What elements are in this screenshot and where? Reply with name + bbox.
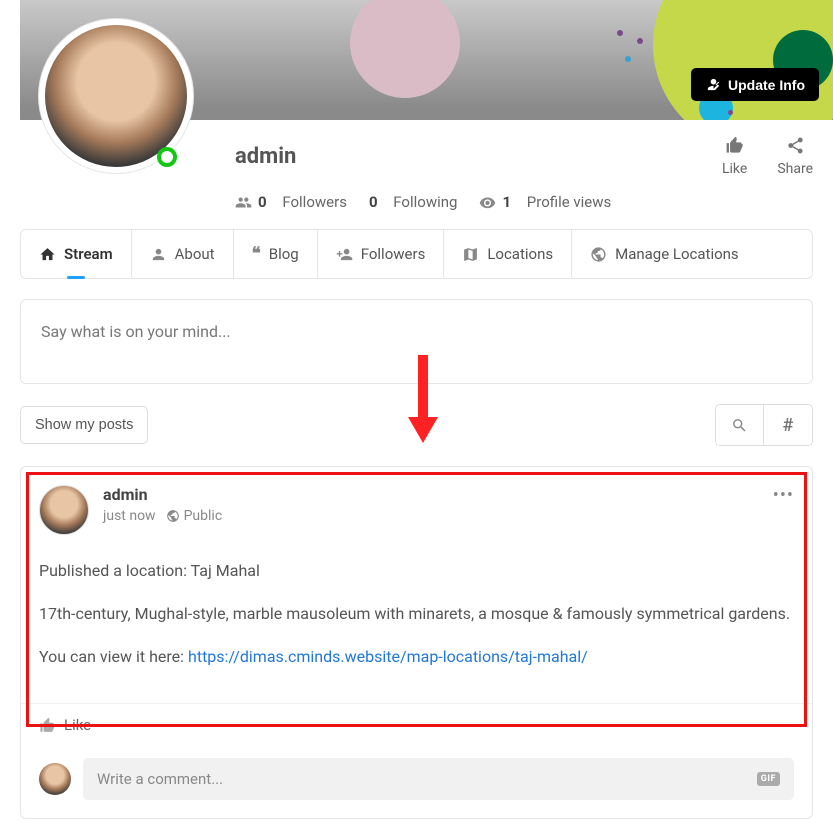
profile-tabs: Stream About ❝ Blog Followers Locations …	[20, 229, 813, 279]
online-status-indicator	[157, 147, 177, 167]
people-icon	[235, 194, 252, 211]
tab-about[interactable]: About	[132, 230, 234, 278]
share-icon	[786, 136, 805, 155]
eye-icon	[479, 194, 496, 211]
post-author-name[interactable]: admin	[103, 485, 222, 504]
share-action[interactable]: Share	[777, 136, 813, 177]
like-action[interactable]: Like	[722, 136, 747, 177]
profile-avatar[interactable]	[38, 18, 194, 174]
views-stat: 1 Profile views	[479, 193, 611, 211]
update-info-button[interactable]: Update Info	[691, 68, 819, 101]
map-icon	[462, 246, 479, 263]
profile-stats: 0 Followers 0 Following 1 Profile views	[20, 193, 833, 229]
post-card: admin just now Public ••• Published a lo…	[20, 466, 813, 819]
tab-stream[interactable]: Stream	[21, 230, 132, 278]
tab-locations[interactable]: Locations	[444, 230, 572, 278]
post-time: just now	[103, 508, 156, 524]
comment-placeholder: Write a comment...	[97, 770, 223, 788]
user-edit-icon	[705, 76, 722, 93]
followers-stat[interactable]: 0 Followers	[235, 193, 347, 211]
home-icon	[39, 246, 56, 263]
thumbs-up-icon	[725, 136, 744, 155]
show-my-posts-button[interactable]: Show my posts	[20, 406, 148, 444]
post-privacy[interactable]: Public	[184, 508, 223, 524]
tab-followers[interactable]: Followers	[318, 230, 445, 278]
following-stat[interactable]: 0 Following	[369, 193, 458, 211]
post-like-button[interactable]: Like	[21, 703, 812, 746]
post-author-avatar[interactable]	[39, 485, 89, 535]
update-info-label: Update Info	[728, 77, 805, 93]
like-label: Like	[722, 161, 747, 177]
globe-icon	[166, 509, 180, 523]
hashtag-icon: #	[783, 415, 794, 436]
post-link[interactable]: https://dimas.cminds.website/map-locatio…	[188, 647, 588, 666]
globe-icon	[590, 246, 607, 263]
user-plus-icon	[336, 246, 353, 263]
user-icon	[150, 246, 167, 263]
post-composer[interactable]: Say what is on your mind...	[20, 299, 813, 384]
search-icon	[731, 417, 748, 434]
tab-manage-locations[interactable]: Manage Locations	[572, 230, 757, 278]
post-line-1: Published a location: Taj Mahal	[39, 559, 794, 584]
share-label: Share	[777, 161, 813, 177]
comment-avatar[interactable]	[39, 763, 71, 795]
post-body: Published a location: Taj Mahal 17th-cen…	[39, 535, 794, 669]
post-line-3: You can view it here: https://dimas.cmin…	[39, 645, 794, 670]
hashtag-button[interactable]: #	[764, 405, 812, 445]
quote-icon: ❝	[252, 244, 261, 264]
tab-blog[interactable]: ❝ Blog	[234, 230, 318, 278]
gif-button[interactable]: GIF	[757, 772, 780, 786]
profile-name: admin	[235, 144, 296, 169]
composer-placeholder: Say what is on your mind...	[41, 322, 231, 341]
search-button[interactable]	[716, 405, 764, 445]
thumbs-up-icon	[39, 717, 56, 734]
comment-input[interactable]: Write a comment... GIF	[83, 758, 794, 800]
post-line-2: 17th-century, Mughal-style, marble mauso…	[39, 602, 794, 627]
post-menu-button[interactable]: •••	[773, 485, 794, 506]
